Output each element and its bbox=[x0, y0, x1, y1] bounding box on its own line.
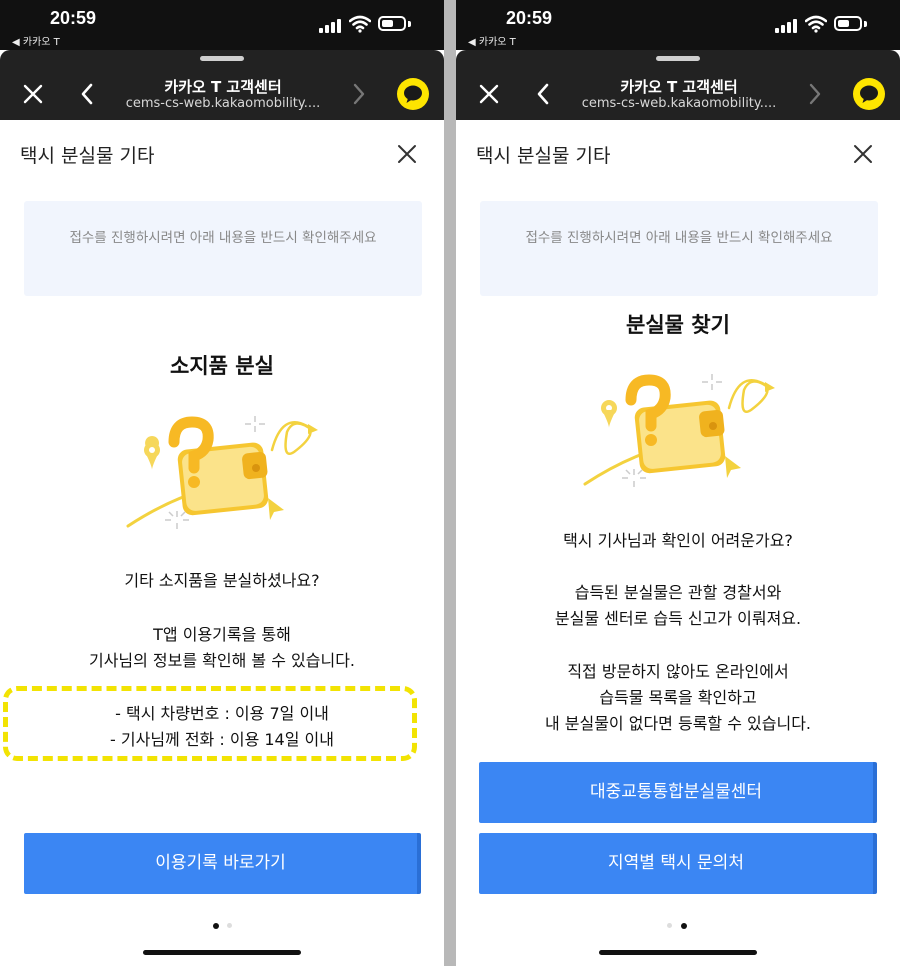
close-icon[interactable] bbox=[478, 83, 500, 105]
battery-icon bbox=[378, 16, 406, 31]
back-to-app-link[interactable]: ◀ 카카오 T bbox=[12, 33, 60, 48]
browser-url[interactable]: cems-cs-web.kakaomobility.... bbox=[100, 96, 346, 111]
question-text: 기타 소지품을 분실하셨나요? bbox=[124, 571, 320, 590]
status-bar: 20:59 ◀ 카카오 T bbox=[456, 0, 900, 50]
wallet-question-illustration bbox=[126, 416, 318, 529]
sheet-grabber[interactable] bbox=[200, 56, 244, 61]
notice-box: 접수를 진행하시려면 아래 내용을 반드시 확인해주세요 bbox=[24, 201, 422, 296]
close-icon[interactable] bbox=[22, 83, 44, 105]
status-time: 20:59 bbox=[506, 8, 553, 28]
section-heading: 분실물 찾기 bbox=[626, 313, 730, 337]
signal-icon bbox=[775, 18, 797, 33]
sheet-title: 택시 분실물 기타 bbox=[476, 145, 611, 167]
back-to-app-link[interactable]: ◀ 카카오 T bbox=[468, 33, 516, 48]
sheet-grabber[interactable] bbox=[656, 56, 700, 61]
lost-found-center-button[interactable]: 대중교통통합분실물센터 bbox=[479, 762, 877, 823]
phone-screen-right: 20:59 ◀ 카카오 T 카카오 T 고객센터 cems-cs-web.kak… bbox=[456, 0, 900, 966]
section-heading: 소지품 분실 bbox=[170, 354, 274, 378]
page-dot bbox=[667, 923, 672, 928]
signal-icon bbox=[319, 18, 341, 33]
highlight-line-1: - 택시 차량번호 : 이용 7일 이내 bbox=[115, 704, 329, 723]
forward-chevron-icon[interactable] bbox=[808, 83, 822, 105]
browser-title: 카카오 T 고객센터 bbox=[164, 78, 282, 96]
notice-box: 접수를 진행하시려면 아래 내용을 반드시 확인해주세요 bbox=[480, 201, 878, 296]
home-indicator[interactable] bbox=[143, 950, 301, 955]
wifi-icon bbox=[805, 15, 827, 33]
page-dot-active bbox=[213, 923, 219, 929]
status-time: 20:59 bbox=[50, 8, 97, 28]
battery-icon bbox=[834, 16, 862, 31]
status-bar: 20:59 ◀ 카카오 T bbox=[0, 0, 444, 50]
close-icon[interactable] bbox=[396, 143, 418, 165]
phone-screen-left: 20:59 ◀ 카카오 T 카카오 T 고객센터 cems-cs-web.kak… bbox=[0, 0, 444, 966]
info-line-1: T앱 이용기록을 통해 bbox=[153, 625, 291, 644]
wifi-icon bbox=[349, 15, 371, 33]
back-chevron-icon[interactable] bbox=[80, 83, 94, 105]
page-dot bbox=[227, 923, 232, 928]
wallet-question-illustration bbox=[583, 374, 775, 487]
para1-line-1: 습득된 분실물은 관할 경찰서와 bbox=[574, 583, 782, 602]
browser-title: 카카오 T 고객센터 bbox=[620, 78, 738, 96]
browser-toolbar: 카카오 T 고객센터 cems-cs-web.kakaomobility.... bbox=[456, 50, 900, 120]
info-line-2: 기사님의 정보를 확인해 볼 수 있습니다. bbox=[88, 651, 356, 670]
forward-chevron-icon[interactable] bbox=[352, 83, 366, 105]
kakaotalk-icon[interactable] bbox=[853, 78, 885, 110]
browser-toolbar: 카카오 T 고객센터 cems-cs-web.kakaomobility.... bbox=[0, 50, 444, 120]
usage-history-button[interactable]: 이용기록 바로가기 bbox=[24, 833, 421, 894]
sheet-title: 택시 분실물 기타 bbox=[20, 145, 155, 167]
back-chevron-icon[interactable] bbox=[536, 83, 550, 105]
regional-taxi-contact-button[interactable]: 지역별 택시 문의처 bbox=[479, 833, 877, 894]
browser-url[interactable]: cems-cs-web.kakaomobility.... bbox=[556, 96, 802, 111]
para1-line-2: 분실물 센터로 습득 신고가 이뤄져요. bbox=[554, 609, 802, 628]
home-indicator[interactable] bbox=[599, 950, 757, 955]
question-text: 택시 기사님과 확인이 어려운가요? bbox=[563, 531, 793, 550]
para2-line-1: 직접 방문하지 않아도 온라인에서 bbox=[567, 662, 789, 681]
close-icon[interactable] bbox=[852, 143, 874, 165]
para2-line-3: 내 분실물이 없다면 등록할 수 있습니다. bbox=[544, 714, 812, 733]
highlight-line-2: - 기사님께 전화 : 이용 14일 이내 bbox=[110, 730, 334, 749]
kakaotalk-icon[interactable] bbox=[397, 78, 429, 110]
para2-line-2: 습득물 목록을 확인하고 bbox=[599, 688, 757, 707]
page-dot-active bbox=[681, 923, 687, 929]
